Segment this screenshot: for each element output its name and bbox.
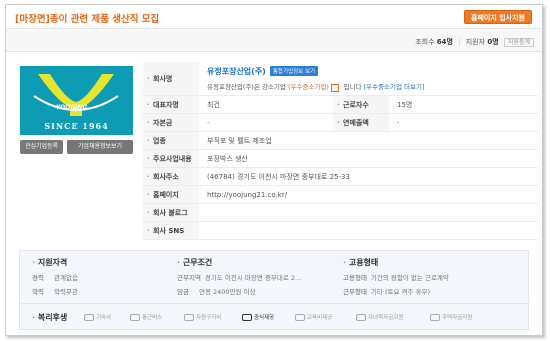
- sns-label: 회사 SNS: [143, 222, 199, 239]
- child-icon: [356, 313, 366, 321]
- career-value: 관계없음: [54, 274, 78, 282]
- employees-label: 근로자수: [333, 96, 389, 113]
- wage-value: 연봉 2400만원 이상: [199, 288, 256, 296]
- qualifications-section: 지원자격 경력 관계없음 학력 학력무관: [32, 257, 78, 296]
- homepage-apply-button[interactable]: 홈페이지 입사지원: [464, 10, 532, 24]
- ceo-label: 대표자명: [143, 96, 199, 113]
- address-label: 회사주소: [143, 168, 199, 185]
- ceo-value: 최건: [207, 100, 220, 109]
- education-label: 학력: [32, 288, 44, 296]
- benefit-education: 교육비제공: [295, 313, 332, 321]
- row-capital: 자본금 - 연매출액 -: [143, 114, 538, 132]
- address-value: (46784) 경기도 이천시 마장면 중부대로 25-33: [207, 172, 350, 181]
- conditions-title: 근무조건: [177, 257, 301, 268]
- employment-section: 고용형태 고용형태기간의 정함이 없는 근로계약 근무형태기타 (토요 격주 휴…: [343, 257, 449, 296]
- row-sns: 회사 SNS: [143, 222, 538, 240]
- utensils-icon: [242, 313, 252, 321]
- shift-value: 기타 (토요 격주 휴무): [370, 288, 431, 296]
- company-name-label: 회사명: [143, 62, 199, 95]
- benefits-title: 복리후생: [32, 312, 67, 323]
- excellent-sme-badge: 우수중소기업: [290, 82, 327, 91]
- heart-icon: ♡: [330, 83, 340, 92]
- career-label: 경력: [32, 274, 44, 282]
- employment-title: 고용형태: [343, 257, 449, 268]
- row-industry: 업종 부직포 및 펠트 제조업: [143, 132, 538, 150]
- qualifications-title: 지원자격: [32, 257, 78, 268]
- benefit-dormitory: 기숙사: [84, 313, 111, 321]
- company-desc-end: 입니다: [343, 82, 362, 91]
- wage-label: 임금: [177, 288, 189, 296]
- company-logo: YOOJUNG SINCE 1964: [20, 66, 133, 135]
- stats-bar: 조회수 64명 | 지원자 0명 지원통계: [6, 30, 542, 52]
- title-bar: [마장면]종이 관련 제품 생산직 모집 홈페이지 입사지원: [6, 5, 542, 29]
- education-icon: [295, 313, 305, 321]
- row-ceo: 대표자명 최건 근로자수 15명: [143, 96, 538, 114]
- benefit-child-tuition: 자녀학자금지원: [356, 313, 403, 321]
- business-label: 주요사업내용: [143, 150, 199, 167]
- row-business: 주요사업내용 포장박스 생산: [143, 150, 538, 168]
- row-blog: 회사 블로그: [143, 204, 538, 222]
- applicants-value: 0명: [487, 38, 499, 46]
- business-value: 포장박스 생산: [207, 154, 248, 163]
- job-summary-box: 지원자격 경력 관계없음 학력 학력무관 근무조건 근무지역경기도 이천시 마장면 …: [19, 250, 530, 330]
- logo-brand: YOOJUNG: [56, 104, 88, 111]
- benefits-row: 복리후생 기숙사 통근버스 자원구지비 중식제공 교육비제공 자녀학자금지원 주…: [20, 303, 530, 327]
- sales-label: 연매출액: [333, 114, 389, 131]
- homepage-link[interactable]: http://yoojung21.co.kr/: [207, 186, 287, 203]
- blog-label: 회사 블로그: [143, 204, 199, 221]
- employees-value: 15명: [397, 100, 413, 109]
- industry-value: 부직포 및 펠트 제조업: [207, 136, 272, 145]
- applicant-stats-button[interactable]: 지원통계: [503, 38, 534, 47]
- views-value: 64명: [436, 38, 453, 46]
- education-value: 학력무관: [54, 288, 78, 296]
- job-posting-panel: [마장면]종이 관련 제품 생산직 모집 홈페이지 입사지원 조회수 64명 |…: [5, 4, 543, 336]
- sales-value: -: [397, 118, 400, 127]
- views-label: 조회수: [415, 38, 435, 46]
- row-company-name: 회사명 유정포장산업(주) 통합기업정보 보기 유정포장산업(주)은 강소기업 …: [143, 62, 538, 96]
- homepage-label: 홈페이지: [143, 186, 199, 203]
- dormitory-icon: [84, 313, 94, 321]
- row-address: 회사주소 (46784) 경기도 이천시 마장면 중부대로 25-33: [143, 168, 538, 186]
- bus-icon: [130, 313, 140, 321]
- interest-company-button[interactable]: 관심기업등록: [20, 140, 63, 154]
- applicants-label: 지원자: [465, 38, 486, 46]
- shift-label: 근무형태: [343, 288, 367, 296]
- house-icon: [430, 313, 440, 321]
- conditions-section: 근무조건 근무지역경기도 이천시 마장면 중부대로 2... 임금 연봉 2400…: [177, 257, 301, 296]
- excellent-sme-link[interactable]: 우수중소기업 더보기: [366, 83, 422, 91]
- benefit-meals: 중식제공: [242, 313, 274, 321]
- capital-value: -: [207, 118, 210, 127]
- benefit-housing: 주택자금지원: [430, 313, 472, 321]
- location-value: 경기도 이천시 마장면 중부대로 2...: [204, 274, 302, 282]
- job-title: [마장면]종이 관련 제품 생산직 모집: [15, 14, 160, 25]
- location-label: 근무지역: [177, 274, 201, 282]
- integrated-info-button[interactable]: 통합기업정보 보기: [269, 66, 319, 76]
- logo-since: SINCE 1964: [44, 121, 109, 131]
- stats: 조회수 64명 | 지원자 0명 지원통계: [415, 37, 534, 47]
- company-desc: 유정포장산업(주)은 강소기업: [207, 82, 286, 91]
- company-name[interactable]: 유정포장산업(주): [207, 66, 266, 77]
- industry-label: 업종: [143, 132, 199, 149]
- employment-type-label: 고용형태: [343, 274, 367, 282]
- benefit-shuttle-bus: 통근버스: [130, 313, 162, 321]
- capital-label: 자본금: [143, 114, 199, 131]
- row-homepage: 홈페이지 http://yoojung21.co.kr/: [143, 186, 538, 204]
- benefit-car-allowance: 자원구지비: [184, 313, 221, 321]
- car-icon: [184, 313, 194, 321]
- employment-type-value: 기간의 정함이 없는 근로계약: [370, 274, 449, 282]
- company-jobs-button[interactable]: 기업채용정보보기: [67, 140, 133, 154]
